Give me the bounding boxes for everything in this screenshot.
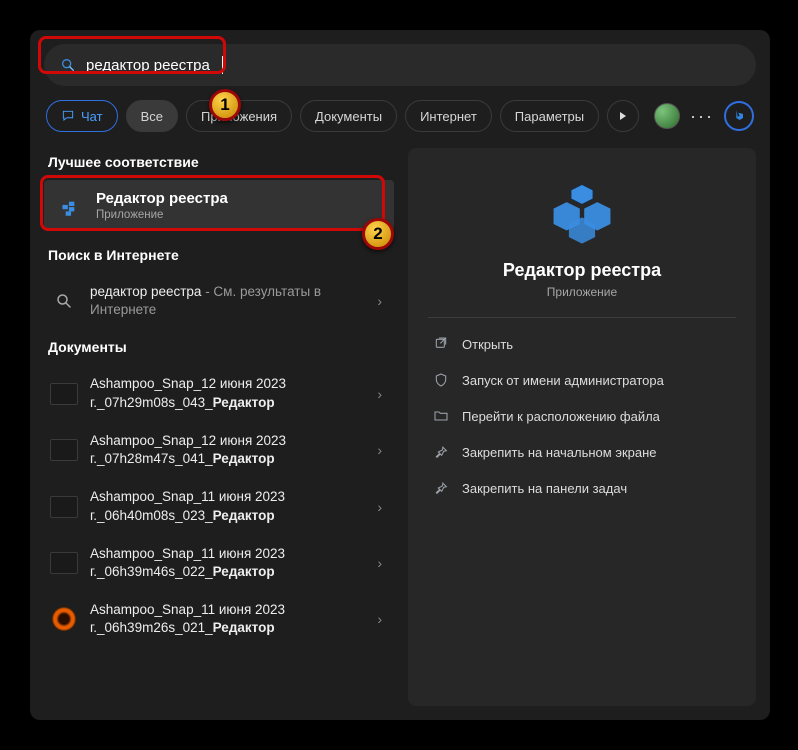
shield-icon [432, 371, 450, 389]
chevron-right-icon: › [377, 555, 382, 571]
best-match-title: Редактор реестра [96, 190, 228, 207]
section-docs-title: Документы [48, 339, 394, 355]
document-title: Ashampoo_Snap_12 июня 2023 г._07h28m47s_… [90, 432, 365, 468]
action-open[interactable]: Открыть [428, 326, 736, 362]
chevron-right-icon: › [377, 499, 382, 515]
regedit-icon [56, 192, 84, 220]
chip-web[interactable]: Интернет [405, 100, 492, 132]
bing-chat-icon[interactable] [724, 101, 754, 131]
document-title: Ashampoo_Snap_11 июня 2023 г._06h39m46s_… [90, 545, 365, 581]
chip-all-label: Все [141, 109, 163, 124]
filters-right-group: ··· [654, 101, 754, 131]
chevron-right-icon: › [377, 442, 382, 458]
document-thumb [50, 549, 78, 577]
regedit-large-icon [428, 178, 736, 248]
user-avatar[interactable] [654, 103, 680, 129]
search-icon [60, 57, 76, 73]
preview-header: Редактор реестра Приложение [428, 178, 736, 299]
action-pin-start[interactable]: Закрепить на начальном экране [428, 434, 736, 470]
document-thumb [50, 436, 78, 464]
annotation-marker-2: 2 [362, 218, 394, 250]
chip-web-label: Интернет [420, 109, 477, 124]
document-row[interactable]: Ashampoo_Snap_11 июня 2023 г._06h39m26s_… [44, 591, 394, 647]
results-left-column: Лучшее соответствие Редактор реестра При… [44, 148, 394, 706]
chip-more-right[interactable] [607, 100, 639, 132]
play-icon [618, 111, 628, 121]
filter-chips-row: Чат Все Приложения Документы Интернет Па… [44, 100, 756, 132]
chip-all[interactable]: Все [126, 100, 178, 132]
action-file-location-label: Перейти к расположению файла [462, 409, 660, 424]
action-open-label: Открыть [462, 337, 513, 352]
annotation-marker-1: 1 [209, 89, 241, 121]
results-body: Лучшее соответствие Редактор реестра При… [44, 148, 756, 706]
document-title: Ashampoo_Snap_11 июня 2023 г._06h39m26s_… [90, 601, 365, 637]
preview-pane: Редактор реестра Приложение Открыть Запу… [408, 148, 756, 706]
preview-title: Редактор реестра [428, 260, 736, 281]
chat-icon [61, 109, 75, 123]
action-pin-taskbar-label: Закрепить на панели задач [462, 481, 627, 496]
preview-subtitle: Приложение [428, 285, 736, 299]
text-cursor [222, 56, 223, 74]
document-row[interactable]: Ashampoo_Snap_12 июня 2023 г._07h28m47s_… [44, 422, 394, 478]
search-input-text[interactable]: редактор реестра [86, 57, 210, 74]
best-match-subtitle: Приложение [96, 209, 228, 221]
web-search-text: редактор реестра - См. результаты в Инте… [90, 283, 365, 319]
folder-icon [432, 407, 450, 425]
section-best-match-title: Лучшее соответствие [48, 154, 394, 170]
action-file-location[interactable]: Перейти к расположению файла [428, 398, 736, 434]
chip-chat[interactable]: Чат [46, 100, 118, 132]
best-match-texts: Редактор реестра Приложение [96, 190, 228, 221]
pin-icon [432, 479, 450, 497]
more-menu-icon[interactable]: ··· [690, 106, 714, 127]
open-icon [432, 335, 450, 353]
chevron-right-icon: › [377, 611, 382, 627]
pin-icon [432, 443, 450, 461]
divider [428, 317, 736, 318]
document-title: Ashampoo_Snap_11 июня 2023 г._06h40m08s_… [90, 488, 365, 524]
action-pin-start-label: Закрепить на начальном экране [462, 445, 657, 460]
chip-docs-label: Документы [315, 109, 382, 124]
section-web-title: Поиск в Интернете [48, 247, 394, 263]
document-thumb [50, 493, 78, 521]
web-search-row[interactable]: редактор реестра - См. результаты в Инте… [44, 273, 394, 329]
chevron-right-icon: › [377, 293, 382, 309]
document-thumb [50, 605, 78, 633]
search-bar[interactable]: редактор реестра [44, 44, 756, 86]
search-icon [50, 287, 78, 315]
search-panel: редактор реестра Чат Все Приложения Доку… [30, 30, 770, 720]
chevron-right-icon: › [377, 386, 382, 402]
action-pin-taskbar[interactable]: Закрепить на панели задач [428, 470, 736, 506]
document-row[interactable]: Ashampoo_Snap_12 июня 2023 г._07h29m08s_… [44, 365, 394, 421]
chip-params-label: Параметры [515, 109, 584, 124]
action-run-admin[interactable]: Запуск от имени администратора [428, 362, 736, 398]
chip-docs[interactable]: Документы [300, 100, 397, 132]
chip-params[interactable]: Параметры [500, 100, 599, 132]
documents-list: Ashampoo_Snap_12 июня 2023 г._07h29m08s_… [44, 365, 394, 647]
document-thumb [50, 380, 78, 408]
document-row[interactable]: Ashampoo_Snap_11 июня 2023 г._06h40m08s_… [44, 478, 394, 534]
chip-chat-label: Чат [81, 109, 103, 124]
action-run-admin-label: Запуск от имени администратора [462, 373, 664, 388]
document-row[interactable]: Ashampoo_Snap_11 июня 2023 г._06h39m46s_… [44, 535, 394, 591]
best-match-item[interactable]: Редактор реестра Приложение [44, 180, 394, 231]
document-title: Ashampoo_Snap_12 июня 2023 г._07h29m08s_… [90, 375, 365, 411]
